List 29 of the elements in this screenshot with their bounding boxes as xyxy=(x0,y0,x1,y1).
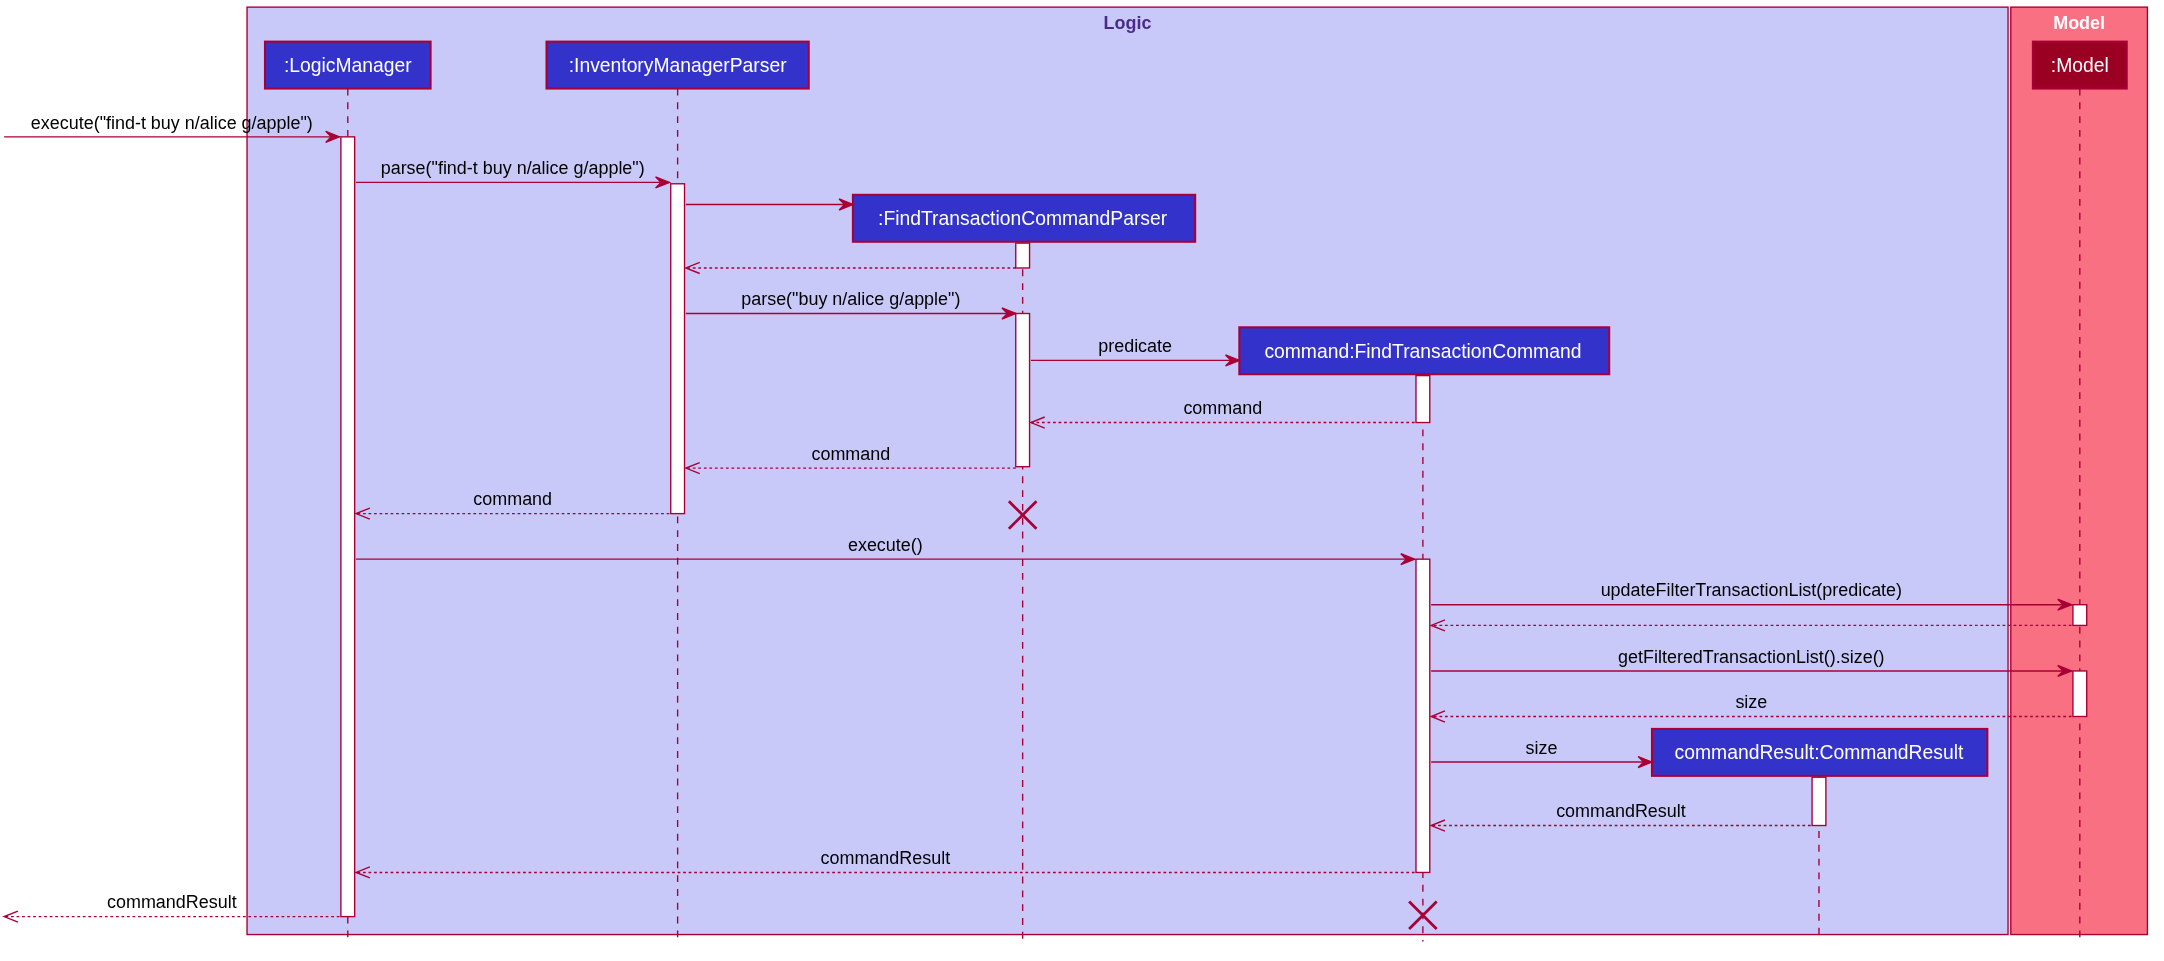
activation-bar xyxy=(2072,670,2088,718)
participant-box: :FindTransactionCommandParser xyxy=(851,193,1197,243)
message-label: execute() xyxy=(847,534,923,555)
participant-box: :InventoryManagerParser xyxy=(545,40,810,90)
activation-bar xyxy=(2072,604,2088,627)
frame-title: Model xyxy=(2053,13,2106,34)
message-label: size xyxy=(1735,692,1768,713)
participant-box: commandResult:CommandResult xyxy=(1650,727,1989,777)
participant-box: :LogicManager xyxy=(263,40,432,90)
message-label: command xyxy=(811,443,891,464)
message-label: parse("buy n/alice g/apple") xyxy=(741,289,961,310)
activation-bar xyxy=(1015,242,1031,269)
message-label: command xyxy=(1183,398,1263,419)
message-label: size xyxy=(1525,737,1558,758)
frame-title: Logic xyxy=(1103,13,1152,34)
message-label: commandResult xyxy=(1556,801,1686,822)
participant-box: command:FindTransactionCommand xyxy=(1238,326,1611,376)
participant-box: :Model xyxy=(2031,40,2128,90)
activation-bar xyxy=(1415,374,1431,424)
message-label: parse("find-t buy n/alice g/apple") xyxy=(380,158,645,179)
message-label: getFilteredTransactionList().size() xyxy=(1618,646,1885,667)
message-label: predicate xyxy=(1098,336,1173,357)
destroy-icon xyxy=(1407,900,1439,931)
destroy-icon xyxy=(1007,499,1038,531)
message-label: command xyxy=(473,489,553,510)
message-label: updateFilterTransactionList(predicate) xyxy=(1600,580,1903,601)
activation-bar xyxy=(1811,776,1827,827)
message-label: commandResult xyxy=(107,892,237,913)
message-label: commandResult xyxy=(820,848,951,869)
